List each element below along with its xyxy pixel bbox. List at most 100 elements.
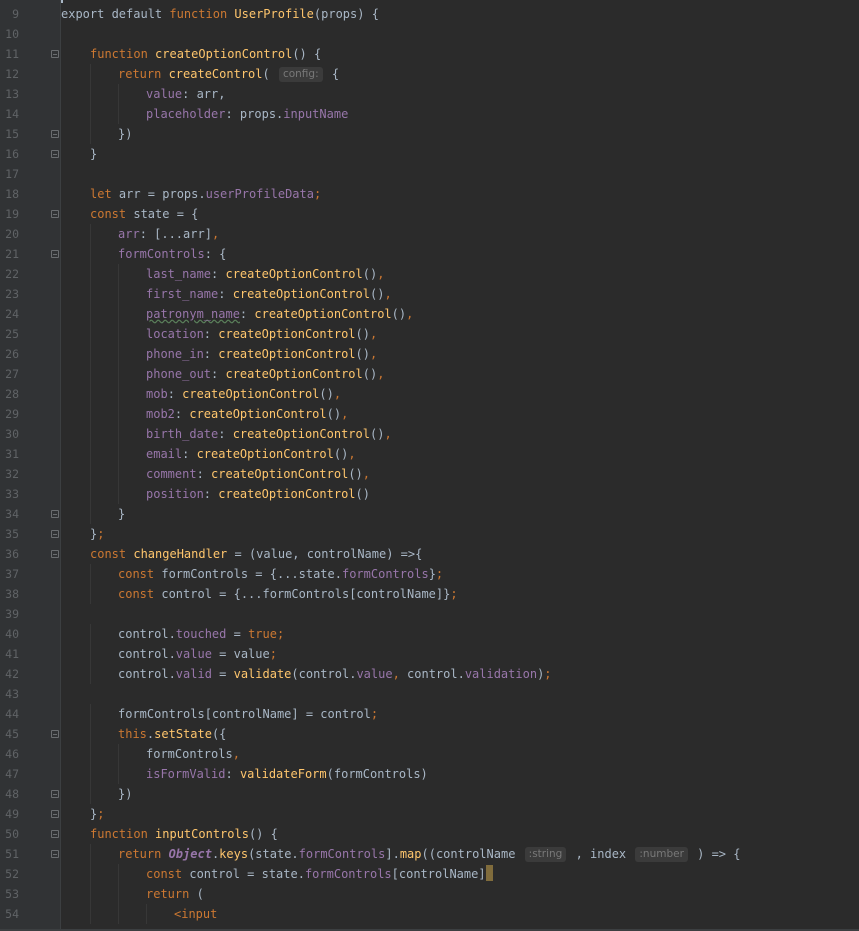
code-line[interactable]: 13 value: arr, — [0, 84, 859, 104]
code-token: } — [90, 147, 98, 161]
code-line[interactable]: 22 last_name: createOptionControl(), — [0, 264, 859, 284]
line-number: 53 — [5, 887, 19, 901]
code-token: formControls — [146, 747, 233, 761]
code-line[interactable]: 24 patronym_name: createOptionControl(), — [0, 304, 859, 324]
indent-guide — [90, 644, 91, 664]
code-token: value — [146, 87, 183, 101]
indent-guide — [90, 304, 91, 324]
code-line[interactable]: 46 formControls, — [0, 744, 859, 764]
indent-guide — [118, 404, 119, 424]
code-line[interactable]: 53 return ( — [0, 884, 859, 904]
indent-guide — [118, 384, 119, 404]
fold-toggle-icon[interactable] — [51, 790, 59, 798]
code-line[interactable]: 42 control.valid = validate(control.value… — [0, 664, 859, 684]
code-line[interactable]: 21 formControls: { — [0, 244, 859, 264]
fold-toggle-icon[interactable] — [51, 510, 59, 518]
code-token: setState — [154, 727, 212, 741]
fold-toggle-icon[interactable] — [51, 50, 59, 58]
fold-toggle-icon[interactable] — [51, 130, 59, 138]
fold-toggle-icon[interactable] — [51, 850, 59, 858]
fold-toggle-icon[interactable] — [51, 210, 59, 218]
code-text: return Object.keys(state.formControls].m… — [118, 844, 740, 864]
line-number: 20 — [5, 227, 19, 241]
code-line[interactable]: 27 phone_out: createOptionControl(), — [0, 364, 859, 384]
fold-toggle-icon[interactable] — [51, 730, 59, 738]
code-text: formControls, — [146, 744, 240, 764]
fold-toggle-icon[interactable] — [51, 550, 59, 558]
code-line[interactable]: 49}; — [0, 804, 859, 824]
code-token: , — [377, 367, 385, 381]
fold-toggle-icon[interactable] — [51, 250, 59, 258]
code-line[interactable]: 32 comment: createOptionControl(), — [0, 464, 859, 484]
code-token: () — [355, 487, 370, 501]
code-token: [controlName] — [391, 867, 486, 881]
fold-toggle-icon[interactable] — [51, 810, 59, 818]
code-line[interactable]: 14 placeholder: props.inputName — [0, 104, 859, 124]
code-line[interactable]: 11 function createOptionControl() { — [0, 44, 859, 64]
code-line[interactable]: 33 position: createOptionControl() — [0, 484, 859, 504]
fold-toggle-icon[interactable] — [51, 150, 59, 158]
code-line[interactable]: 19 const state = { — [0, 204, 859, 224]
code-token: touched — [175, 627, 227, 641]
code-line[interactable]: 15}) — [0, 124, 859, 144]
fold-toggle-icon[interactable] — [51, 530, 59, 538]
code-token: : { — [204, 247, 227, 261]
code-line[interactable]: 40 control.touched = true; — [0, 624, 859, 644]
indent-guide — [118, 324, 119, 344]
code-token: const — [118, 567, 162, 581]
code-line[interactable]: 34} — [0, 504, 859, 524]
code-line[interactable]: 54 <input — [0, 904, 859, 924]
code-line[interactable]: 20 arr: [...arr], — [0, 224, 859, 244]
code-line[interactable]: 51 return Object.keys(state.formControls]… — [0, 844, 859, 864]
code-line[interactable]: 31 email: createOptionControl(), — [0, 444, 859, 464]
line-number: 50 — [5, 827, 19, 841]
code-token: map — [399, 847, 422, 861]
code-editor[interactable]: 9 export default function UserProfile(pro… — [0, 0, 859, 931]
code-text: email: createOptionControl(), — [146, 444, 356, 464]
code-token: = — [211, 667, 234, 681]
code-token: () — [348, 467, 363, 481]
indent-guide — [90, 344, 91, 364]
code-token: : — [225, 767, 240, 781]
code-line[interactable]: 39 — [0, 604, 859, 624]
code-line[interactable]: 25 location: createOptionControl(), — [0, 324, 859, 344]
code-line[interactable]: 16} — [0, 144, 859, 164]
code-line[interactable]: 10 — [0, 24, 859, 44]
fold-toggle-icon[interactable] — [51, 830, 59, 838]
code-token: createOptionControl — [218, 487, 356, 501]
code-line[interactable]: 43 — [0, 684, 859, 704]
code-line[interactable]: 18 let arr = props.userProfileData; — [0, 184, 859, 204]
code-line[interactable]: 23 first_name: createOptionControl(), — [0, 284, 859, 304]
code-token: () — [319, 387, 334, 401]
code-token: ]. — [385, 847, 400, 861]
code-line[interactable]: 44 formControls[controlName] = control; — [0, 704, 859, 724]
code-line[interactable]: 9 export default function UserProfile(pro… — [0, 4, 859, 24]
code-line[interactable]: 41 control.value = value; — [0, 644, 859, 664]
line-number: 43 — [5, 687, 19, 701]
code-token: arr = props. — [118, 187, 206, 201]
code-token: export default — [61, 7, 170, 21]
code-token: () — [362, 367, 378, 381]
code-line[interactable]: 35}; — [0, 524, 859, 544]
code-line[interactable]: 29 mob2: createOptionControl(), — [0, 404, 859, 424]
line-number: 44 — [5, 707, 19, 721]
code-text: control.valid = validate(control.value, … — [118, 664, 552, 684]
code-line[interactable]: 50 function inputControls() { — [0, 824, 859, 844]
code-text: patronym_name: createOptionControl(), — [146, 304, 413, 324]
code-line[interactable]: 30 birth_date: createOptionControl(), — [0, 424, 859, 444]
code-line[interactable]: 47 isFormValid: validateForm(formControls… — [0, 764, 859, 784]
code-line[interactable]: 45 this.setState({ — [0, 724, 859, 744]
code-line[interactable]: 48}) — [0, 784, 859, 804]
code-line[interactable]: 38 const control = {...formControls[contr… — [0, 584, 859, 604]
code-token: Object — [168, 847, 212, 861]
code-line[interactable]: 52 const control = state.formControls[con… — [0, 864, 859, 884]
code-line[interactable]: 12 return createControl( config: { — [0, 64, 859, 84]
indent-guide — [90, 424, 91, 444]
code-line[interactable]: 36 const changeHandler = (value, controlN… — [0, 544, 859, 564]
code-token: control. — [118, 667, 176, 681]
code-lines[interactable]: 9 export default function UserProfile(pro… — [0, 4, 859, 924]
code-line[interactable]: 37 const formControls = {...state.formCon… — [0, 564, 859, 584]
code-line[interactable]: 17 — [0, 164, 859, 184]
code-line[interactable]: 28 mob: createOptionControl(), — [0, 384, 859, 404]
code-line[interactable]: 26 phone_in: createOptionControl(), — [0, 344, 859, 364]
